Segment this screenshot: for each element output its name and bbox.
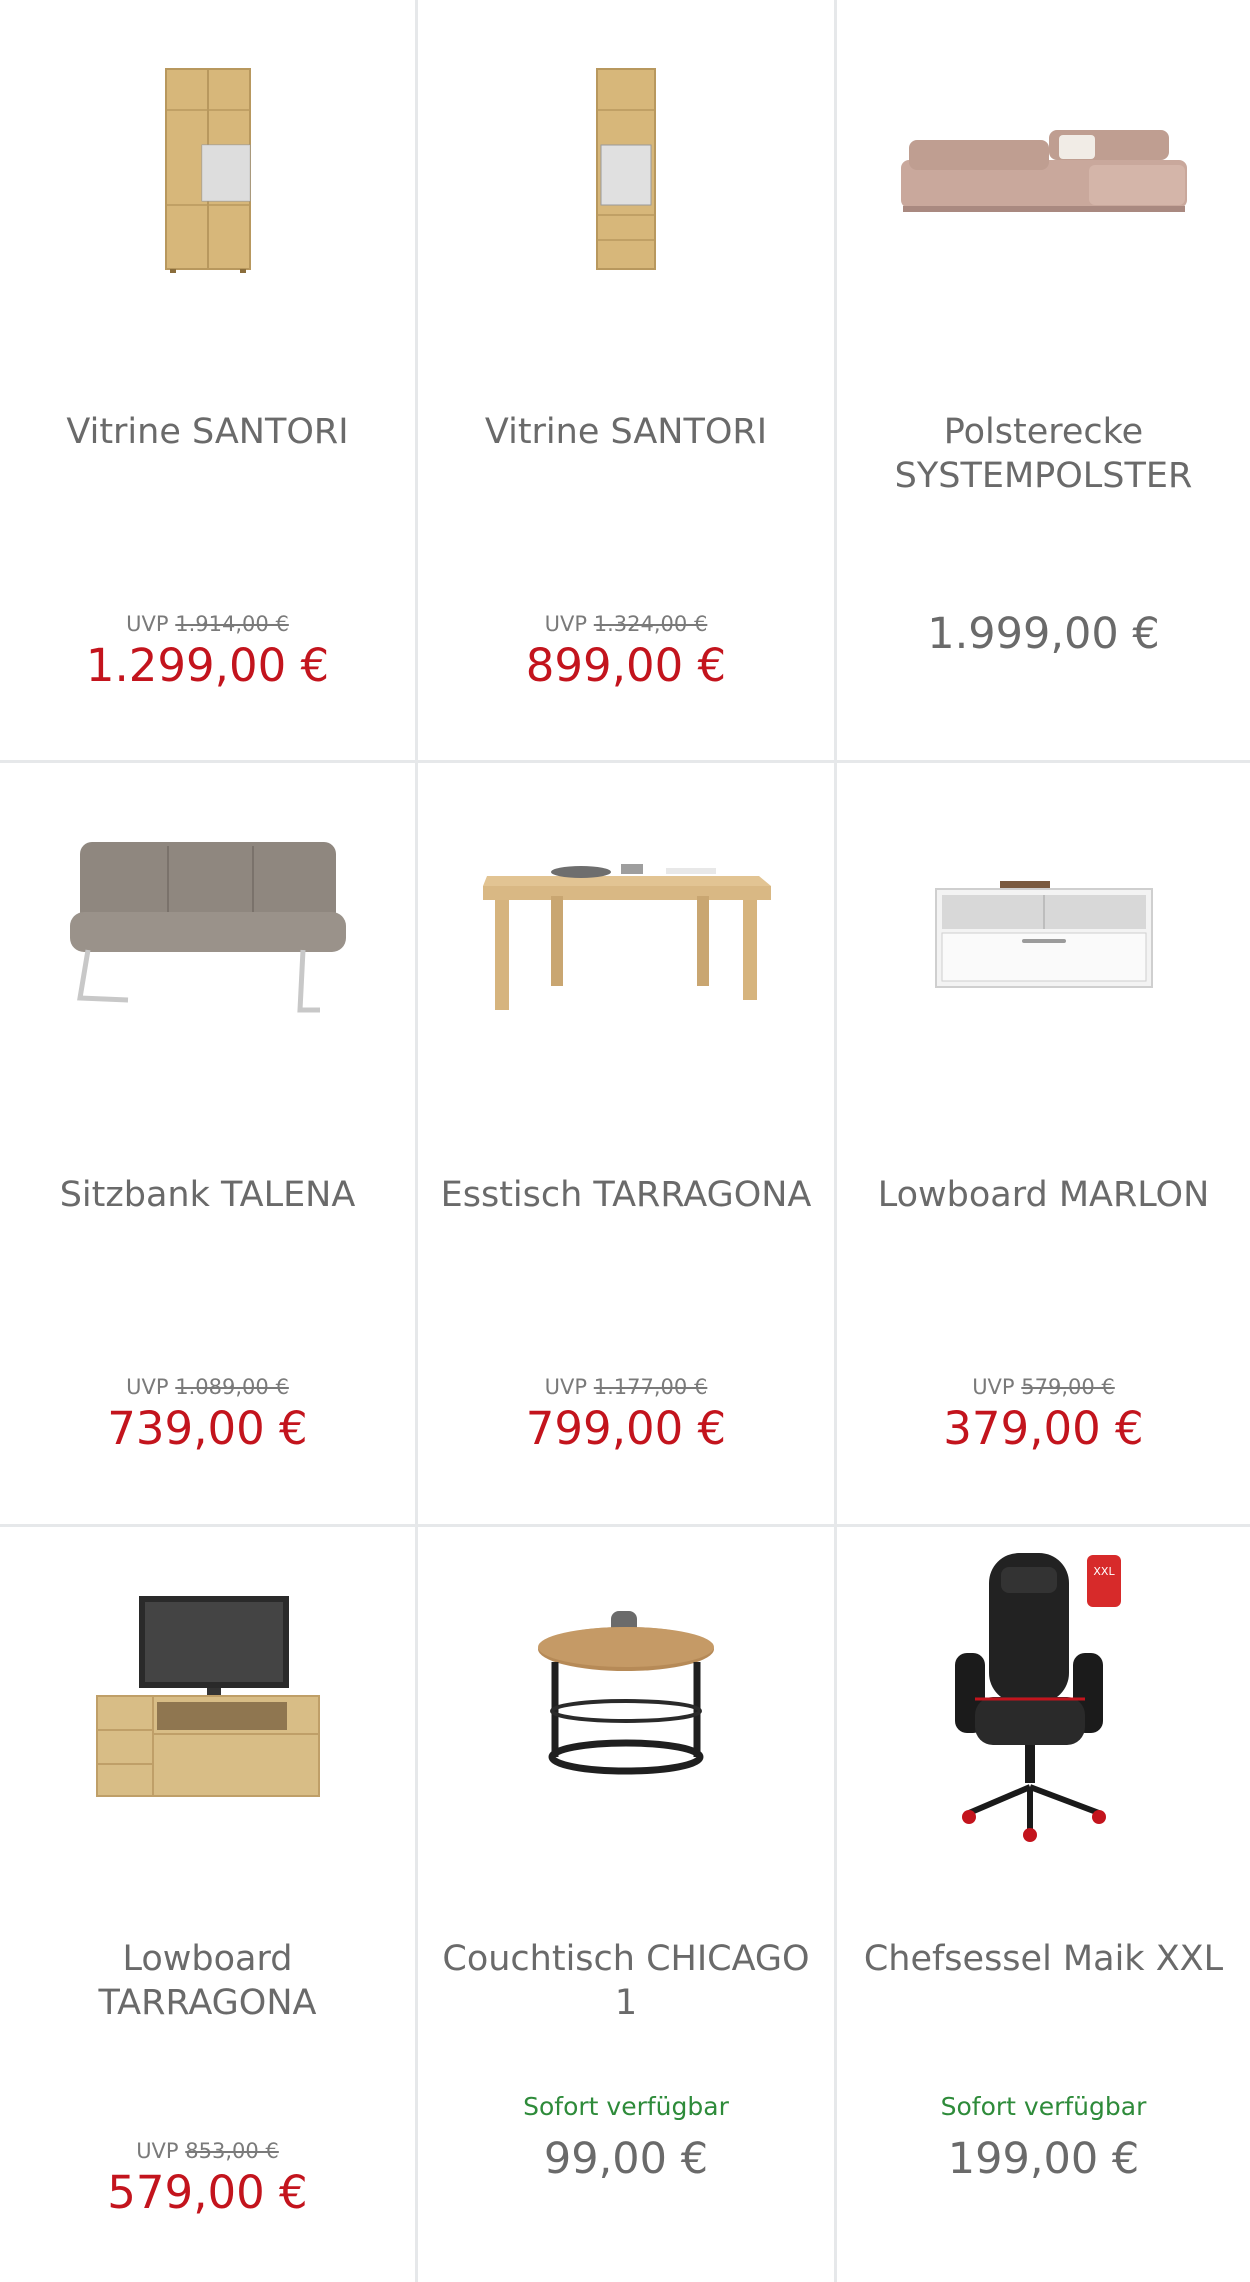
uvp-old-price: 1.177,00 € [593,1375,708,1399]
bench-image[interactable] [0,783,415,1083]
price-block: UVP 853,00 € 579,00 € [0,2137,415,2221]
corner-sofa-image[interactable] [837,20,1250,320]
tv-lowboard-image[interactable] [0,1547,415,1847]
product-title[interactable]: Sitzbank TALENA [10,1173,405,1217]
coffee-table-image[interactable] [418,1547,834,1847]
uvp-price: UVP 853,00 € [0,2137,415,2165]
regular-price: 199,00 € [947,2134,1140,2184]
availability-status: Sofort verfügbar [523,2092,729,2121]
price-block: UVP 1.177,00 € 799,00 € [418,1373,834,1457]
product-card[interactable]: Polsterecke SYSTEMPOLSTER 1.999,00 € [837,0,1250,763]
uvp-label: UVP [544,612,588,636]
product-card[interactable]: Sitzbank TALENA UVP 1.089,00 € 739,00 € [0,763,418,1527]
sale-price: 739,00 € [107,1402,308,1455]
uvp-label: UVP [544,1375,588,1399]
sale-price: 1.299,00 € [85,639,330,692]
product-title[interactable]: Vitrine SANTORI [428,410,824,454]
product-card[interactable]: Vitrine SANTORI UVP 1.914,00 € 1.299,00 … [0,0,418,763]
uvp-old-price: 579,00 € [1021,1375,1115,1399]
uvp-label: UVP [126,1375,169,1399]
uvp-old-price: 853,00 € [185,2139,279,2163]
uvp-label: UVP [126,612,169,636]
display-cabinet-image[interactable] [418,20,834,320]
product-card[interactable]: Couchtisch CHICAGO 1 Sofort verfügbar 99… [418,1527,837,2282]
uvp-label: UVP [136,2139,179,2163]
office-chair-image[interactable]: XXL [837,1547,1250,1847]
uvp-old-price: 1.324,00 € [593,612,708,636]
price-block: UVP 1.914,00 € 1.299,00 € [0,610,415,694]
xxl-badge-text: XXL [1093,1565,1115,1578]
product-grid: Vitrine SANTORI UVP 1.914,00 € 1.299,00 … [0,0,1250,2282]
uvp-old-price: 1.914,00 € [175,612,289,636]
sale-price: 379,00 € [943,1402,1144,1455]
product-title[interactable]: Vitrine SANTORI [10,410,405,454]
product-title[interactable]: Couchtisch CHICAGO 1 [428,1937,824,2025]
uvp-old-price: 1.089,00 € [175,1375,289,1399]
price-block: UVP 1.324,00 € 899,00 € [418,610,834,694]
price-block: UVP 579,00 € 379,00 € [837,1373,1250,1457]
sale-price: 899,00 € [525,639,727,692]
uvp-price: UVP 579,00 € [837,1373,1250,1401]
uvp-price: UVP 1.177,00 € [418,1373,834,1401]
uvp-price: UVP 1.324,00 € [418,610,834,638]
regular-price: 99,00 € [543,2134,709,2184]
product-title[interactable]: Polsterecke SYSTEMPOLSTER [847,410,1240,498]
availability-status: Sofort verfügbar [940,2092,1147,2121]
product-title[interactable]: Chefsessel Maik XXL [847,1937,1240,1981]
white-lowboard-image[interactable] [837,783,1250,1083]
uvp-label: UVP [972,1375,1015,1399]
product-title[interactable]: Lowboard MARLON [847,1173,1240,1217]
product-card[interactable]: Esstisch TARRAGONA UVP 1.177,00 € 799,00… [418,763,837,1527]
product-card[interactable]: Vitrine SANTORI UVP 1.324,00 € 899,00 € [418,0,837,763]
product-card[interactable]: Lowboard MARLON UVP 579,00 € 379,00 € [837,763,1250,1527]
product-title[interactable]: Esstisch TARRAGONA [428,1173,824,1217]
product-title[interactable]: Lowboard TARRAGONA [10,1937,405,2025]
uvp-price: UVP 1.914,00 € [0,610,415,638]
uvp-price: UVP 1.089,00 € [0,1373,415,1401]
sale-price: 799,00 € [525,1402,727,1455]
product-card[interactable]: Lowboard TARRAGONA UVP 853,00 € 579,00 € [0,1527,418,2282]
regular-price: 1.999,00 € [927,609,1160,659]
sale-price: 579,00 € [107,2166,308,2219]
dining-table-image[interactable] [418,783,834,1083]
display-cabinet-image[interactable] [0,20,415,320]
price-block: UVP 1.089,00 € 739,00 € [0,1373,415,1457]
product-card[interactable]: XXL Chefsessel Maik XXL Sofort verfügbar… [837,1527,1250,2282]
